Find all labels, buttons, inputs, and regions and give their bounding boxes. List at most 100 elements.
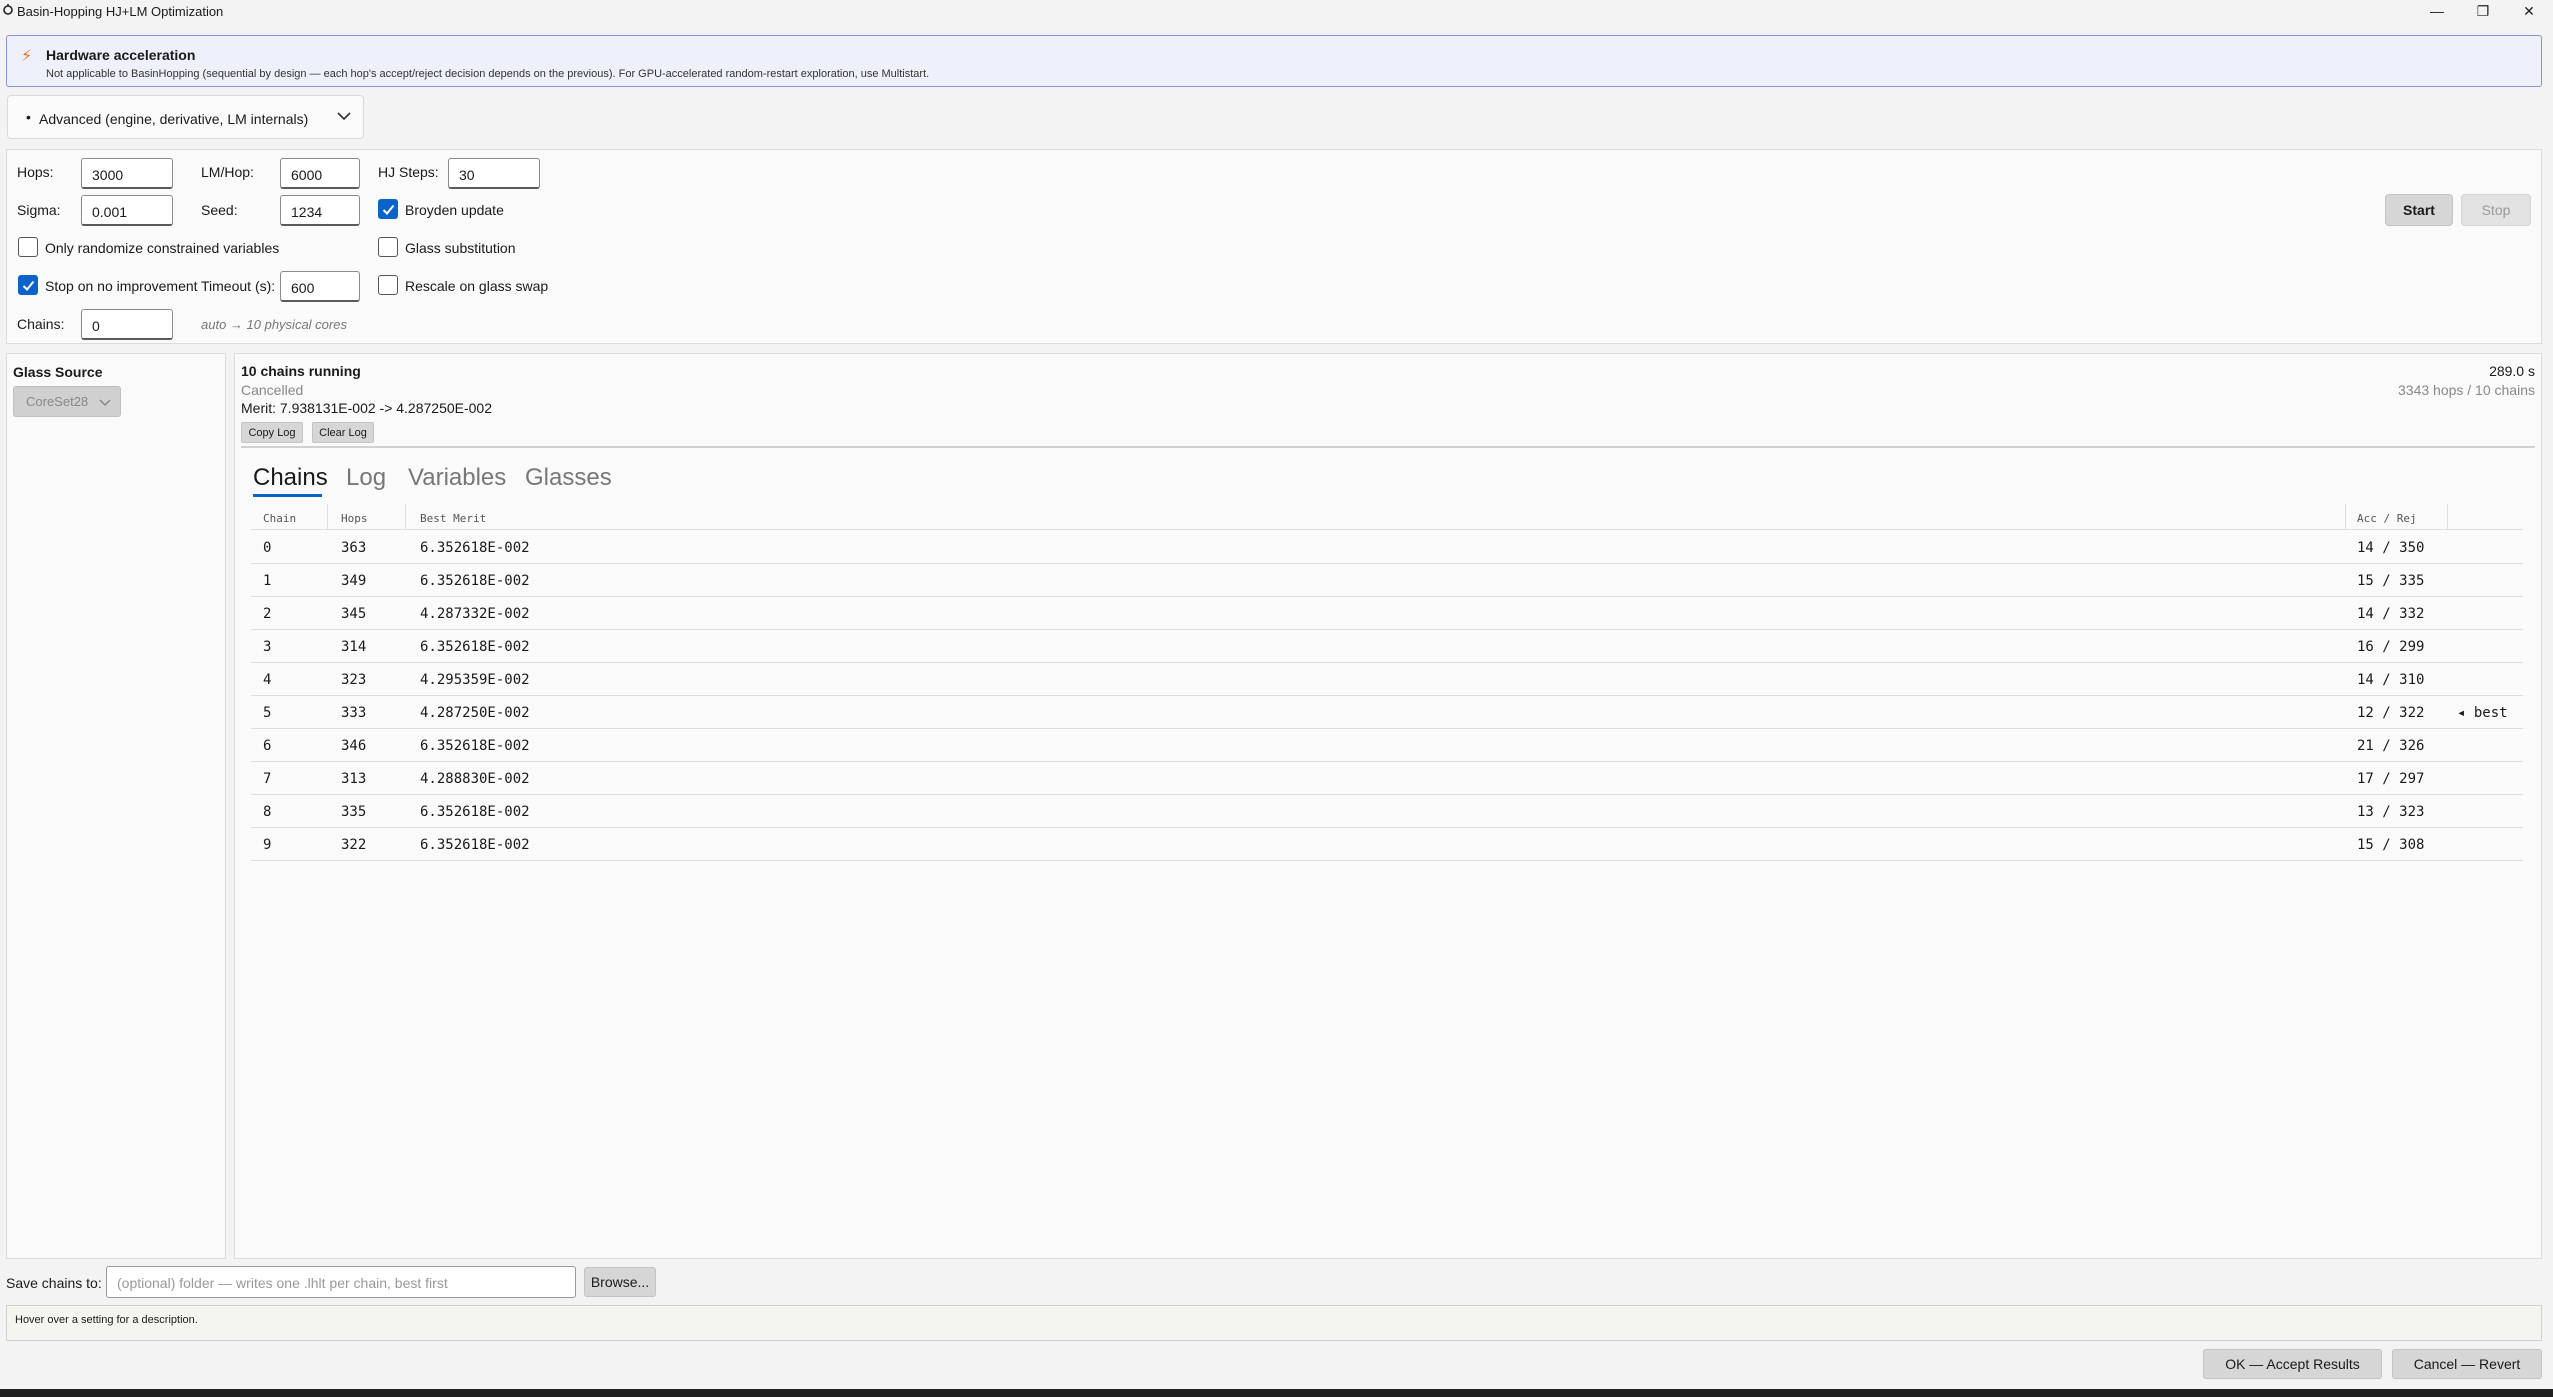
glass-source-dropdown[interactable]: CoreSet28 <box>13 386 121 417</box>
only-randomize-checkbox[interactable] <box>18 237 38 257</box>
column-header-acc-rej[interactable]: Acc / Rej <box>2357 512 2417 525</box>
cell-acc-rej: 14 / 350 <box>2357 540 2425 556</box>
cell-best-merit: 6.352618E-002 <box>420 738 530 754</box>
glass-substitution-checkbox[interactable] <box>378 237 398 257</box>
rescale-label: Rescale on glass swap <box>405 278 549 294</box>
stop-no-improvement-checkbox[interactable] <box>18 275 38 295</box>
tab-chains[interactable]: Chains <box>253 464 328 492</box>
cell-acc-rej: 15 / 335 <box>2357 573 2425 589</box>
stop-button[interactable]: Stop <box>2461 194 2531 226</box>
hops-input[interactable]: 3000 <box>81 158 173 189</box>
hops-label: Hops: <box>17 164 54 180</box>
broyden-checkbox[interactable] <box>378 199 398 219</box>
cell-best-merit: 4.295359E-002 <box>420 672 530 688</box>
rescale-checkbox[interactable] <box>378 275 398 295</box>
seed-input[interactable]: 1234 <box>280 195 360 226</box>
advanced-expander[interactable]: • Advanced (engine, derivative, LM inter… <box>7 95 364 139</box>
hops-chains-count: 3343 hops / 10 chains <box>2398 382 2535 398</box>
stop-no-improvement-label: Stop on no improvement <box>45 278 198 294</box>
close-icon[interactable]: ✕ <box>2506 0 2552 22</box>
accept-results-button[interactable]: OK — Accept Results <box>2203 1349 2382 1379</box>
cell-best-merit: 4.288830E-002 <box>420 771 530 787</box>
start-button[interactable]: Start <box>2385 194 2453 226</box>
chains-label: Chains: <box>17 316 65 332</box>
settings-panel: Hops: 3000 LM/Hop: 6000 HJ Steps: 30 Sig… <box>6 149 2542 344</box>
cell-hops: 323 <box>341 672 367 688</box>
cell-acc-rej: 16 / 299 <box>2357 639 2425 655</box>
divider <box>241 446 2535 448</box>
cell-best-merit: 6.352618E-002 <box>420 573 530 589</box>
lm-hop-input[interactable]: 6000 <box>280 158 360 189</box>
column-header-hops[interactable]: Hops <box>341 512 368 525</box>
browse-button[interactable]: Browse... <box>584 1267 656 1297</box>
advanced-label: Advanced (engine, derivative, LM interna… <box>39 111 309 127</box>
cell-acc-rej: 21 / 326 <box>2357 738 2425 754</box>
glass-source-panel: Glass Source CoreSet28 <box>6 353 226 1259</box>
results-panel: 10 chains running Cancelled Merit: 7.938… <box>234 353 2542 1259</box>
clear-log-button[interactable]: Clear Log <box>312 422 374 443</box>
cell-best-merit: 6.352618E-002 <box>420 540 530 556</box>
cell-hops: 345 <box>341 606 367 622</box>
copy-log-button[interactable]: Copy Log <box>241 422 303 443</box>
table-row[interactable]: 9 322 6.352618E-002 15 / 308 <box>251 828 2523 861</box>
tab-log[interactable]: Log <box>346 464 386 492</box>
cell-best-merit: 6.352618E-002 <box>420 804 530 820</box>
cell-chain: 1 <box>263 573 272 589</box>
table-row[interactable]: 0 363 6.352618E-002 14 / 350 <box>251 531 2523 564</box>
cell-chain: 8 <box>263 804 272 820</box>
hardware-banner: ⚡︎ Hardware acceleration Not applicable … <box>6 35 2542 87</box>
column-header-chain[interactable]: Chain <box>263 512 296 525</box>
cell-acc-rej: 13 / 323 <box>2357 804 2425 820</box>
seed-label: Seed: <box>201 202 238 218</box>
cell-chain: 5 <box>263 705 272 721</box>
description-bar: Hover over a setting for a description. <box>6 1305 2542 1341</box>
taskbar <box>0 1389 2553 1397</box>
table-row[interactable]: 4 323 4.295359E-002 14 / 310 <box>251 663 2523 696</box>
run-state: Cancelled <box>241 382 304 398</box>
table-row[interactable]: 6 346 6.352618E-002 21 / 326 <box>251 729 2523 762</box>
table-row[interactable]: 7 313 4.288830E-002 17 / 297 <box>251 762 2523 795</box>
cancel-revert-button[interactable]: Cancel — Revert <box>2392 1349 2542 1379</box>
tab-selection-indicator <box>253 494 322 497</box>
table-row[interactable]: 5 333 4.287250E-002 12 / 322 ◂ best <box>251 696 2523 729</box>
cell-chain: 0 <box>263 540 272 556</box>
cell-acc-rej: 14 / 310 <box>2357 672 2425 688</box>
tab-glasses[interactable]: Glasses <box>525 464 612 492</box>
cell-hops: 313 <box>341 771 367 787</box>
cell-chain: 6 <box>263 738 272 754</box>
timeout-input[interactable]: 600 <box>280 271 360 302</box>
app-icon <box>3 4 13 15</box>
save-chains-label: Save chains to: <box>6 1275 102 1291</box>
table-row[interactable]: 8 335 6.352618E-002 13 / 323 <box>251 795 2523 828</box>
cell-chain: 4 <box>263 672 272 688</box>
hardware-description: Not applicable to BasinHopping (sequenti… <box>46 68 930 80</box>
cell-acc-rej: 17 / 297 <box>2357 771 2425 787</box>
restore-icon[interactable]: ❐ <box>2460 0 2506 22</box>
tab-variables[interactable]: Variables <box>408 464 506 492</box>
cell-chain: 3 <box>263 639 272 655</box>
cell-acc-rej: 15 / 308 <box>2357 837 2425 853</box>
chains-input[interactable]: 0 <box>81 309 173 340</box>
chains-hint: auto → 10 physical cores <box>201 317 347 332</box>
elapsed-time: 289.0 s <box>2489 363 2535 379</box>
window-title: Basin-Hopping HJ+LM Optimization <box>17 4 224 19</box>
cell-acc-rej: 14 / 332 <box>2357 606 2425 622</box>
column-divider <box>327 504 328 530</box>
column-header-best-merit[interactable]: Best Merit <box>420 512 486 525</box>
chevron-down-icon <box>99 399 111 407</box>
column-divider <box>405 504 406 530</box>
table-row[interactable]: 2 345 4.287332E-002 14 / 332 <box>251 597 2523 630</box>
sigma-label: Sigma: <box>17 202 61 218</box>
save-chains-input[interactable]: (optional) folder — writes one .lhlt per… <box>106 1266 576 1298</box>
table-row[interactable]: 3 314 6.352618E-002 16 / 299 <box>251 630 2523 663</box>
minimize-icon[interactable]: — <box>2414 0 2460 22</box>
cell-hops: 322 <box>341 837 367 853</box>
cell-best-merit: 6.352618E-002 <box>420 639 530 655</box>
hj-steps-input[interactable]: 30 <box>448 158 540 189</box>
title-bar: Basin-Hopping HJ+LM Optimization — ❐ ✕ <box>0 0 2553 22</box>
table-row[interactable]: 1 349 6.352618E-002 15 / 335 <box>251 564 2523 597</box>
cell-best-merit: 4.287332E-002 <box>420 606 530 622</box>
cell-hops: 333 <box>341 705 367 721</box>
only-randomize-label: Only randomize constrained variables <box>45 240 280 256</box>
sigma-input[interactable]: 0.001 <box>81 195 173 226</box>
